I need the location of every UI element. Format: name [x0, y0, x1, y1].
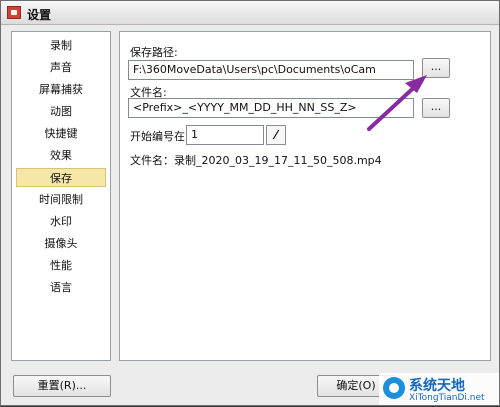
start-number-field[interactable]: 1 — [186, 125, 264, 145]
sidebar-item-time-limit[interactable]: 时间限制 — [16, 190, 106, 209]
title-bar: 设置 — [1, 1, 499, 25]
settings-window: 设置 录制 声音 屏幕捕获 动图 快捷键 效果 保存 时间限制 水印 摄像头 性… — [0, 0, 500, 406]
sidebar-item-effects[interactable]: 效果 — [16, 146, 106, 165]
sidebar-item-watermark[interactable]: 水印 — [16, 212, 106, 231]
sidebar-item-sound[interactable]: 声音 — [16, 58, 106, 77]
site-logo-icon — [383, 377, 405, 399]
sidebar-item-gif[interactable]: 动图 — [16, 102, 106, 121]
start-number-toggle[interactable]: ⁄ — [266, 125, 286, 145]
site-domain: XiTongTianDi.net — [409, 393, 485, 403]
site-watermark: 系统天地 XiTongTianDi.net — [379, 373, 499, 405]
browse-path-button[interactable]: ... — [422, 58, 450, 78]
sidebar-item-hotkeys[interactable]: 快捷键 — [16, 124, 106, 143]
sidebar-item-webcam[interactable]: 摄像头 — [16, 234, 106, 253]
app-icon — [7, 6, 21, 19]
reset-button[interactable]: 重置(R)... — [13, 375, 111, 397]
site-title: 系统天地 — [409, 378, 465, 394]
sidebar-item-save[interactable]: 保存 — [16, 168, 106, 187]
window-title: 设置 — [27, 8, 52, 22]
sidebar-item-language[interactable]: 语言 — [16, 278, 106, 297]
save-settings-panel: 保存路径: F:\360MoveData\Users\pc\Documents\… — [119, 31, 491, 361]
filename-field[interactable]: <Prefix>_<YYYY_MM_DD_HH_NN_SS_Z> — [128, 98, 414, 118]
settings-sidebar: 录制 声音 屏幕捕获 动图 快捷键 效果 保存 时间限制 水印 摄像头 性能 语… — [11, 31, 111, 361]
save-path-field[interactable]: F:\360MoveData\Users\pc\Documents\oCam — [128, 60, 414, 80]
sidebar-item-record[interactable]: 录制 — [16, 36, 106, 55]
sidebar-item-performance[interactable]: 性能 — [16, 256, 106, 275]
filename-options-button[interactable]: ... — [422, 98, 450, 118]
start-number-label: 开始编号在: — [130, 130, 189, 143]
sidebar-item-screen-capture[interactable]: 屏幕捕获 — [16, 80, 106, 99]
filename-preview: 文件名：录制_2020_03_19_17_11_50_508.mp4 — [130, 154, 382, 167]
save-path-label: 保存路径: — [130, 46, 178, 59]
